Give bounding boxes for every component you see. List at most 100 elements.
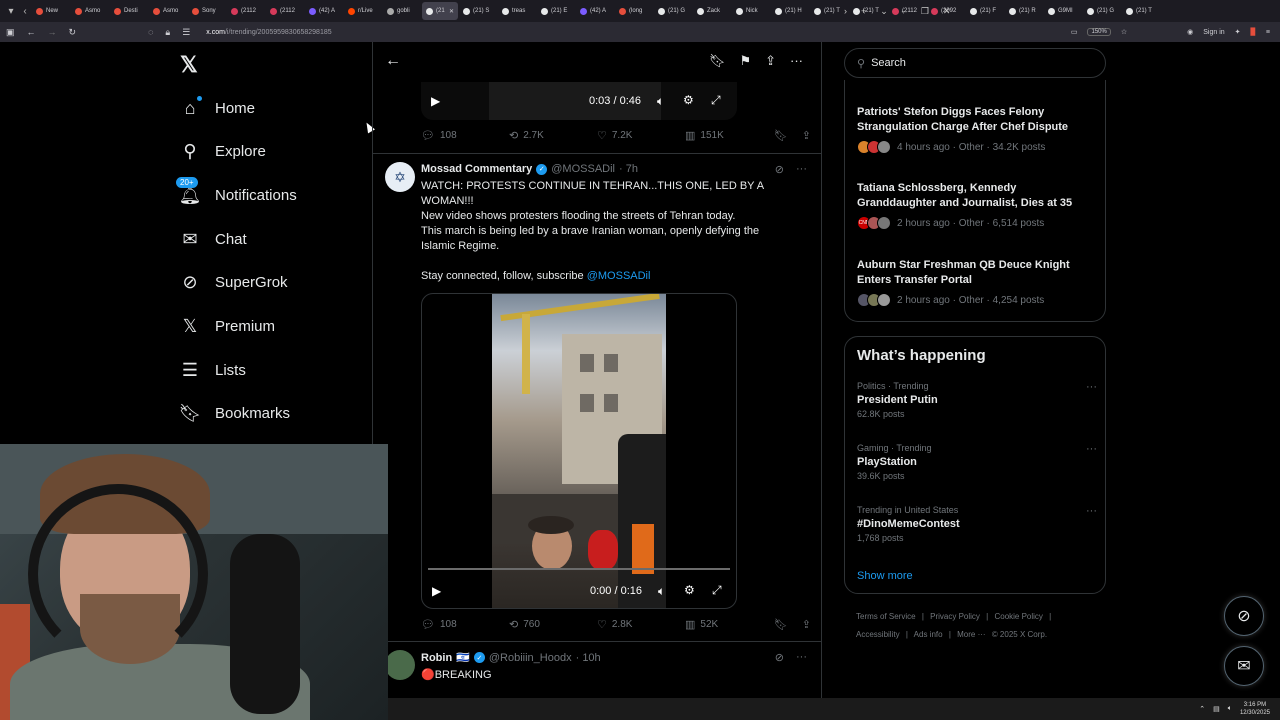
nav-item-lists[interactable]: ☰ Lists <box>180 355 246 385</box>
browser-tab[interactable]: Desti <box>110 2 148 20</box>
browser-tab[interactable]: (21) T <box>1122 2 1160 20</box>
volume-icon[interactable]: 🔈︎ <box>658 584 665 599</box>
volume-icon[interactable]: 🔈︎ <box>657 94 664 109</box>
show-more-link[interactable]: Show more <box>857 570 913 582</box>
more-options-icon[interactable]: ··· <box>1086 443 1097 455</box>
tray-chevron-icon[interactable]: ⌃ <box>1199 705 1205 713</box>
account-icon[interactable]: ◉ <box>1187 28 1193 36</box>
browser-tab[interactable]: Zack <box>693 2 731 20</box>
extension-badge-icon[interactable]: ▉ <box>1251 28 1256 36</box>
sidebar-toggle-icon[interactable]: ▣ <box>6 27 15 38</box>
tab-menu-icon[interactable]: ⌄ <box>880 6 888 17</box>
browser-tab[interactable]: (21) S <box>459 2 497 20</box>
grok-fab[interactable]: ⊘ <box>1224 596 1264 636</box>
more-options-icon[interactable]: ··· <box>1086 505 1097 517</box>
footer-link[interactable]: Ads info <box>914 630 943 639</box>
nav-item-home[interactable]: ⌂ Home <box>180 93 255 123</box>
browser-tab[interactable]: New <box>32 2 70 20</box>
avatar[interactable] <box>385 650 415 680</box>
browser-tab[interactable]: (21) H <box>771 2 809 20</box>
post-video-player[interactable]: ▶ 0:03 / 0:46 🔈︎ ⚙ ⤢ <box>421 82 737 120</box>
grok-icon[interactable]: ⊘ <box>775 651 784 664</box>
extensions-icon[interactable]: ✦ <box>1235 28 1241 36</box>
browser-tab[interactable]: (21) E <box>537 2 575 20</box>
post-video-player[interactable]: ▶ 0:00 / 0:16 🔈︎ ⚙ ⤢ <box>421 293 737 609</box>
views-button[interactable]: ▥ 52K <box>685 618 773 631</box>
browser-tab[interactable]: (21) T <box>810 2 848 20</box>
bookmark-icon[interactable]: 🔖︎ <box>774 618 788 631</box>
search-input[interactable]: ⚲ Search <box>844 48 1106 78</box>
nav-item-supergrok[interactable]: ⊘ SuperGrok <box>180 267 287 297</box>
views-button[interactable]: ▥ 151K <box>685 129 773 142</box>
share-icon[interactable]: ⇪ <box>802 129 811 142</box>
system-clock[interactable]: 3:16 PM 12/30/2025 <box>1240 701 1270 717</box>
browser-tab[interactable]: (2112 <box>266 2 304 20</box>
browser-tab[interactable]: Asmo <box>149 2 187 20</box>
shield-icon[interactable]: ◌ <box>148 27 153 37</box>
settings-gear-icon[interactable]: ⚙ <box>684 583 695 597</box>
author-name[interactable]: Robin <box>421 652 452 664</box>
nav-item-notifications[interactable]: 🔔︎ 20+ Notifications <box>176 177 297 210</box>
play-icon[interactable]: ▶ <box>431 94 440 108</box>
fullscreen-icon[interactable]: ⤢ <box>711 93 721 108</box>
minimize-icon[interactable]: – <box>902 6 907 16</box>
more-options-icon[interactable]: ··· <box>1086 381 1097 393</box>
footer-link[interactable]: Accessibility <box>856 630 900 639</box>
browser-tab[interactable]: Sony <box>188 2 226 20</box>
tab-list-icon[interactable]: ▾ <box>4 4 18 18</box>
close-window-icon[interactable]: ✕ <box>943 6 951 17</box>
forward-arrow-icon[interactable]: → <box>48 27 57 37</box>
footer-link[interactable]: Privacy Policy <box>930 612 980 621</box>
speaker-icon[interactable]: 🔈︎ <box>1228 705 1232 713</box>
more-options-icon[interactable]: ··· <box>796 651 807 664</box>
reply-button[interactable]: 💬︎ 108 <box>421 618 509 631</box>
browser-tab[interactable]: (long <box>615 2 653 20</box>
repost-button[interactable]: ⟲ 2.7K <box>509 129 597 142</box>
reload-icon[interactable]: ↻ <box>69 27 77 38</box>
network-icon[interactable]: ▤ <box>1213 705 1220 713</box>
x-logo-icon[interactable]: 𝕏 <box>180 52 202 77</box>
footer-link[interactable]: More ··· <box>957 630 985 639</box>
browser-tab[interactable]: (21 ✕ <box>422 2 458 20</box>
scroll-tabs-left-icon[interactable]: ‹ <box>18 4 32 18</box>
browser-tab[interactable]: Nick <box>732 2 770 20</box>
news-item[interactable]: Tatiana Schlossberg, Kennedy Granddaught… <box>857 181 1097 230</box>
author-handle[interactable]: @MOSSADil <box>551 163 615 175</box>
browser-tab[interactable]: (21) G <box>654 2 692 20</box>
trend-item[interactable]: Gaming · Trending PlayStation 39.6K post… <box>857 443 1097 481</box>
browser-tab[interactable]: (42) A <box>576 2 614 20</box>
lock-icon[interactable]: 🔒︎ <box>165 27 170 38</box>
repost-button[interactable]: ⟲ 760 <box>509 618 597 631</box>
avatar[interactable]: ✡ <box>385 162 415 192</box>
bookmark-star-icon[interactable]: ☆ <box>1121 28 1127 36</box>
nav-item-explore[interactable]: ⚲ Explore <box>180 136 265 166</box>
browser-tab[interactable]: (2112 <box>227 2 265 20</box>
permissions-icon[interactable]: ☰ <box>182 27 190 38</box>
back-arrow-icon[interactable]: ← <box>385 52 401 70</box>
share-icon[interactable]: ⇪ <box>802 618 811 631</box>
post-age[interactable]: · 10h <box>576 652 601 664</box>
report-flag-icon[interactable]: ⚑ <box>739 53 751 69</box>
mention-link[interactable]: @MOSSADil <box>587 270 651 282</box>
more-options-icon[interactable]: ··· <box>790 53 803 69</box>
bookmark-icon[interactable]: 🔖︎ <box>709 53 726 69</box>
news-item[interactable]: Patriots' Stefon Diggs Faces Felony Stra… <box>857 105 1097 154</box>
share-icon[interactable]: ⇪ <box>765 53 776 69</box>
settings-gear-icon[interactable]: ⚙ <box>683 93 694 107</box>
reader-view-icon[interactable]: ▭ <box>1071 28 1078 36</box>
sign-in-label[interactable]: Sign in <box>1203 29 1224 36</box>
scroll-tabs-right-icon[interactable]: › <box>844 6 847 16</box>
trend-item[interactable]: Trending in United States #DinoMemeConte… <box>857 505 1097 543</box>
author-handle[interactable]: @Robiiin_Hoodx <box>489 652 572 664</box>
like-button[interactable]: ♡ 7.2K <box>597 129 685 142</box>
author-name[interactable]: Mossad Commentary <box>421 163 532 175</box>
back-arrow-icon[interactable]: ← <box>27 27 36 37</box>
post-age[interactable]: · 7h <box>619 163 638 175</box>
fullscreen-icon[interactable]: ⤢ <box>712 583 722 598</box>
zoom-level[interactable]: 150% <box>1087 28 1111 36</box>
browser-tab[interactable]: (42) A <box>305 2 343 20</box>
grok-icon[interactable]: ⊘ <box>775 163 784 176</box>
trend-item[interactable]: Politics · Trending President Putin 62.8… <box>857 381 1097 419</box>
footer-link[interactable]: Terms of Service <box>856 612 916 621</box>
nav-item-chat[interactable]: ✉ Chat <box>180 224 246 254</box>
